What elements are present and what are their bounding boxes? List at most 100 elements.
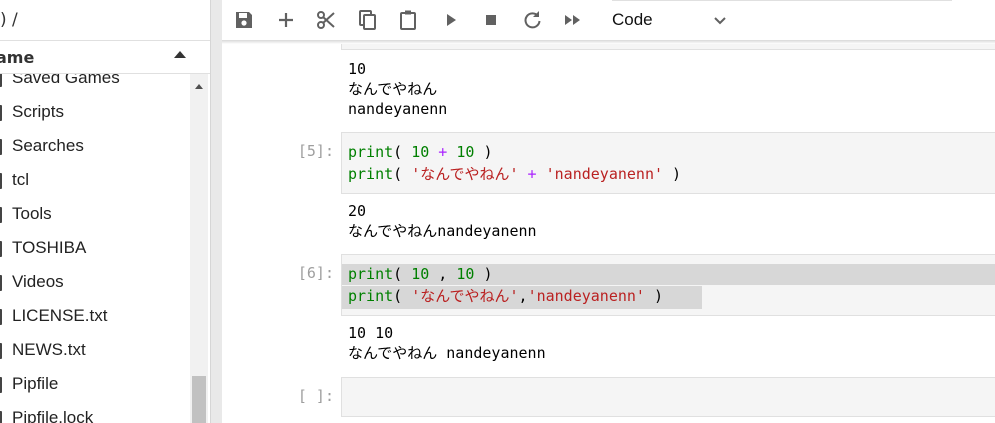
name-column-header[interactable]: ame <box>0 48 34 67</box>
paste-button[interactable] <box>396 8 422 32</box>
file-item-pipfile[interactable]: Pipfile <box>0 369 190 403</box>
code-token: 'nandeyanenn' <box>527 287 645 305</box>
cell-output-line: なんでやねんnandeyanenn <box>348 222 537 240</box>
cut-button[interactable] <box>314 8 340 32</box>
cell-type-select[interactable]: Code <box>612 0 952 40</box>
save-icon <box>236 12 252 28</box>
code-token: 'なんでやねん' <box>411 287 519 305</box>
file-item-label: tcl <box>12 170 29 189</box>
file-item-searches[interactable]: Searches <box>0 131 190 165</box>
code-token: , <box>518 287 528 305</box>
file-item-label: Tools <box>12 204 52 223</box>
file-icon <box>0 343 2 359</box>
code-token: 10 <box>411 265 430 283</box>
code-token: ( <box>393 265 412 283</box>
previous-cell-input[interactable] <box>341 44 995 50</box>
file-item-scripts[interactable]: Scripts <box>0 97 190 131</box>
code-cell-input[interactable]: print( 10 + 10 ) print( 'なんでやねん' + 'nand… <box>341 132 995 194</box>
folder-icon <box>0 207 2 223</box>
file-item-pipfile-lock[interactable]: Pipfile.lock <box>0 403 190 423</box>
code-cell-input-selected[interactable]: print( 10 , 10 ) print( 'なんでやねん','nandey… <box>341 254 995 316</box>
code-token: ) <box>644 287 664 305</box>
sort-ascending-icon[interactable] <box>174 51 186 58</box>
file-item-label: TOSHIBA <box>12 238 87 257</box>
code-token: , <box>429 265 457 283</box>
file-list: Saved Games Scripts Searches tcl Tools T… <box>0 74 190 423</box>
run-all-button[interactable] <box>561 8 587 32</box>
file-item-label: LICENSE.txt <box>12 306 108 325</box>
notebook-panel: 10 なんでやねん nandeyanenn [5]: print( 10 + 1… <box>222 44 995 423</box>
cell-output-line: nandeyanenn <box>348 100 448 118</box>
restart-button[interactable] <box>520 8 546 32</box>
empty-code-cell-input[interactable] <box>341 377 995 417</box>
file-item-tools[interactable]: Tools <box>0 199 190 233</box>
cell-prompt: [6]: <box>297 264 334 282</box>
folder-icon <box>0 241 2 257</box>
code-token: print <box>348 265 394 283</box>
cut-icon <box>317 11 335 29</box>
file-item-label: Searches <box>12 136 84 155</box>
copy-icon <box>359 10 376 30</box>
code-token: + <box>518 165 546 183</box>
stop-icon <box>486 15 496 25</box>
file-item-news[interactable]: NEWS.txt <box>0 335 190 369</box>
copy-button[interactable] <box>355 8 381 32</box>
run-all-icon <box>565 15 580 25</box>
cell-output-line: 10 10 <box>348 324 394 342</box>
file-icon <box>0 411 2 423</box>
file-list-header[interactable]: ame <box>0 40 210 74</box>
code-token: print <box>348 287 394 305</box>
restart-icon <box>524 11 541 29</box>
code-token: 10 <box>456 265 475 283</box>
folder-icon <box>0 74 2 87</box>
scrollbar-thumb[interactable] <box>192 376 206 423</box>
chevron-down-icon <box>714 17 726 25</box>
file-item-license[interactable]: LICENSE.txt <box>0 301 190 335</box>
code-line: print( 10 , 10 ) <box>348 264 493 285</box>
cell-output-line: なんでやねん nandeyanenn <box>348 344 546 362</box>
file-icon <box>0 309 2 325</box>
run-icon <box>447 14 456 26</box>
code-token: ) <box>663 165 682 183</box>
cell-output-line: 20 <box>348 202 367 220</box>
code-token: print <box>348 165 394 183</box>
file-item-label: Pipfile <box>12 374 59 393</box>
file-item-label: Scripts <box>12 102 64 121</box>
code-token: ) <box>474 265 493 283</box>
code-line: print( 'なんでやねん' + 'nandeyanenn' ) <box>348 164 681 185</box>
add-cell-button[interactable] <box>274 8 300 32</box>
code-token: + <box>429 143 457 161</box>
cell-output-line: 10 <box>348 60 367 78</box>
save-button[interactable] <box>232 8 258 32</box>
code-token: ( <box>393 165 412 183</box>
cell-prompt: [5]: <box>297 142 334 160</box>
scroll-up-arrow-icon[interactable] <box>195 84 203 89</box>
file-list-scrollbar[interactable] <box>190 74 208 423</box>
folder-icon <box>0 275 2 291</box>
notebook-toolbar: Code <box>222 0 995 40</box>
code-line: print( 10 + 10 ) <box>348 142 493 163</box>
file-item-tcl[interactable]: tcl <box>0 165 190 199</box>
paste-icon <box>400 10 416 30</box>
code-token: ( <box>393 143 412 161</box>
code-token: 10 <box>411 143 430 161</box>
add-icon <box>279 13 293 27</box>
stop-button[interactable] <box>479 8 505 32</box>
cell-output-line: なんでやねん <box>348 80 438 98</box>
file-item-label: Videos <box>12 272 64 291</box>
run-button[interactable] <box>439 8 465 32</box>
cell-prompt: [ ]: <box>297 387 334 405</box>
file-item-saved-games[interactable]: Saved Games <box>0 74 190 97</box>
code-token: ) <box>474 143 493 161</box>
file-item-label: NEWS.txt <box>12 340 86 359</box>
code-token: 10 <box>456 143 475 161</box>
file-icon <box>0 377 2 393</box>
panel-splitter[interactable] <box>210 0 222 423</box>
folder-icon <box>0 139 2 155</box>
file-item-videos[interactable]: Videos <box>0 267 190 301</box>
file-item-label: Pipfile.lock <box>12 408 94 423</box>
code-token: 'なんでやねん' <box>411 165 519 183</box>
breadcrumb[interactable]: ) / <box>0 10 18 30</box>
file-item-toshiba[interactable]: TOSHIBA <box>0 233 190 267</box>
file-browser: ) / ame Saved Games Scripts Searches tcl… <box>0 0 210 423</box>
